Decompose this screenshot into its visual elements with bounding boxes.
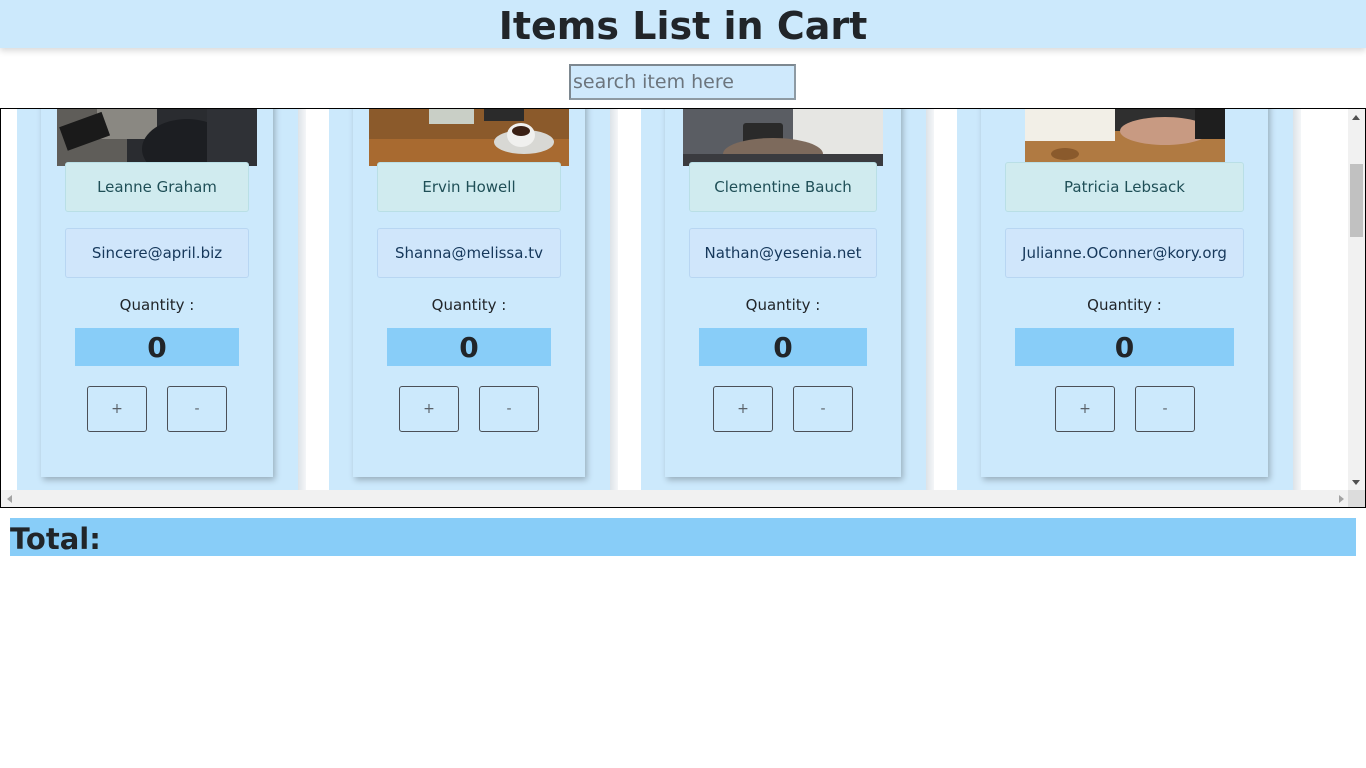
item-name: Ervin Howell — [377, 162, 561, 212]
column-divider — [926, 109, 934, 491]
item-email: Nathan@yesenia.net — [689, 228, 877, 278]
item-card: Patricia Lebsack Julianne.OConner@kory.o… — [981, 109, 1268, 477]
total-label: Total: — [10, 522, 101, 556]
scroll-down-icon[interactable] — [1352, 480, 1360, 485]
item-card: Leanne Graham Sincere@april.biz Quantity… — [41, 109, 273, 477]
vertical-scrollbar[interactable] — [1348, 109, 1365, 491]
increment-button[interactable]: + — [1055, 386, 1115, 432]
item-photo — [57, 109, 257, 166]
quantity-value: 0 — [1015, 328, 1234, 366]
item-photo — [683, 109, 883, 166]
scrollbar-thumb[interactable] — [1350, 164, 1363, 237]
increment-button[interactable]: + — [399, 386, 459, 432]
quantity-label: Quantity : — [119, 296, 195, 314]
item-photo — [369, 109, 569, 166]
column-divider — [298, 109, 306, 491]
item-email: Sincere@april.biz — [65, 228, 249, 278]
quantity-value: 0 — [387, 328, 551, 366]
scroll-right-icon[interactable] — [1339, 495, 1344, 503]
quantity-label: Quantity : — [745, 296, 821, 314]
search-input[interactable] — [569, 64, 796, 100]
item-name: Clementine Bauch — [689, 162, 877, 212]
increment-button[interactable]: + — [87, 386, 147, 432]
header-bar: Items List in Cart — [0, 0, 1366, 48]
column-divider — [1293, 109, 1301, 491]
item-card: Clementine Bauch Nathan@yesenia.net Quan… — [665, 109, 901, 477]
column-divider — [610, 109, 618, 491]
decrement-button[interactable]: - — [1135, 386, 1195, 432]
item-card: Ervin Howell Shanna@melissa.tv Quantity … — [353, 109, 585, 477]
decrement-button[interactable]: - — [479, 386, 539, 432]
decrement-button[interactable]: - — [793, 386, 853, 432]
item-name: Patricia Lebsack — [1005, 162, 1244, 212]
quantity-label: Quantity : — [431, 296, 507, 314]
horizontal-scrollbar[interactable] — [1, 490, 1348, 507]
page-title: Items List in Cart — [498, 4, 868, 48]
item-name: Leanne Graham — [65, 162, 249, 212]
item-email: Shanna@melissa.tv — [377, 228, 561, 278]
item-photo — [1025, 109, 1225, 166]
item-email: Julianne.OConner@kory.org — [1005, 228, 1244, 278]
quantity-value: 0 — [699, 328, 867, 366]
quantity-value: 0 — [75, 328, 239, 366]
decrement-button[interactable]: - — [167, 386, 227, 432]
scroll-left-icon[interactable] — [7, 495, 12, 503]
scroll-up-icon[interactable] — [1352, 115, 1360, 120]
increment-button[interactable]: + — [713, 386, 773, 432]
quantity-label: Quantity : — [1087, 296, 1162, 314]
scrollbar-corner — [1348, 490, 1365, 507]
items-scroll-container[interactable]: Leanne Graham Sincere@april.biz Quantity… — [0, 108, 1366, 508]
total-bar: Total: — [10, 518, 1356, 556]
